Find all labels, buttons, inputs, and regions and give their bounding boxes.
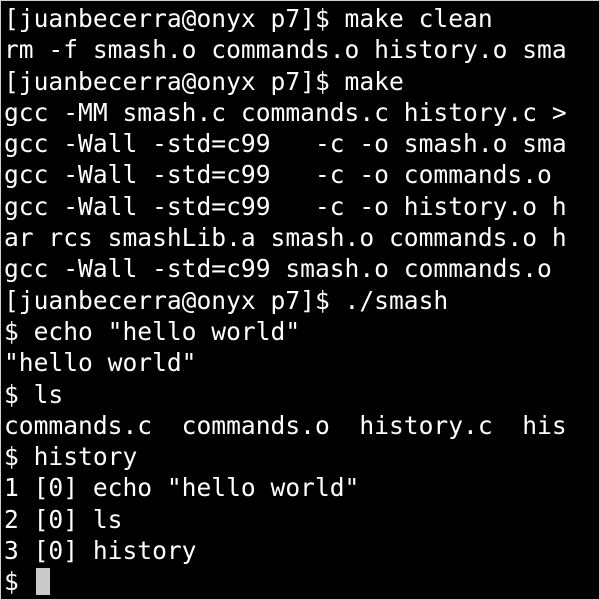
terminal-line: gcc -Wall -std=c99 -c -o commands.o <box>4 160 552 190</box>
terminal-input-line[interactable]: $ <box>4 566 599 597</box>
terminal-line: 1 [0] echo "hello world" <box>4 473 360 503</box>
terminal-line: commands.c commands.o history.c his <box>4 410 567 440</box>
terminal-line: [juanbecerra@onyx p7]$ make <box>4 66 404 96</box>
terminal-line: [juanbecerra@onyx p7]$ ./smash <box>4 285 449 315</box>
terminal-line: gcc -MM smash.c commands.c history.c > <box>4 97 567 127</box>
terminal-line: $ ls <box>4 379 64 409</box>
terminal-line: $ echo "hello world" <box>4 316 301 346</box>
terminal-output: [juanbecerra@onyx p7]$ make clean rm -f … <box>4 3 599 598</box>
shell-prompt: $ <box>4 567 34 597</box>
terminal-window[interactable]: [juanbecerra@onyx p7]$ make clean rm -f … <box>0 0 600 600</box>
terminal-line: rm -f smash.o commands.o history.o sma <box>4 35 567 65</box>
terminal-line: "hello world" <box>4 348 197 378</box>
terminal-line: gcc -Wall -std=c99 smash.o commands.o <box>4 254 552 284</box>
text-cursor[interactable] <box>35 568 50 596</box>
terminal-line: [juanbecerra@onyx p7]$ make clean <box>4 4 493 33</box>
terminal-line: ar rcs smashLib.a smash.o commands.o h <box>4 223 567 253</box>
terminal-line: 2 [0] ls <box>4 504 123 534</box>
terminal-line: $ history <box>4 442 138 472</box>
terminal-line: 3 [0] history <box>4 536 197 566</box>
terminal-line: gcc -Wall -std=c99 -c -o history.o h <box>4 191 567 221</box>
terminal-line: gcc -Wall -std=c99 -c -o smash.o sma <box>4 129 567 159</box>
